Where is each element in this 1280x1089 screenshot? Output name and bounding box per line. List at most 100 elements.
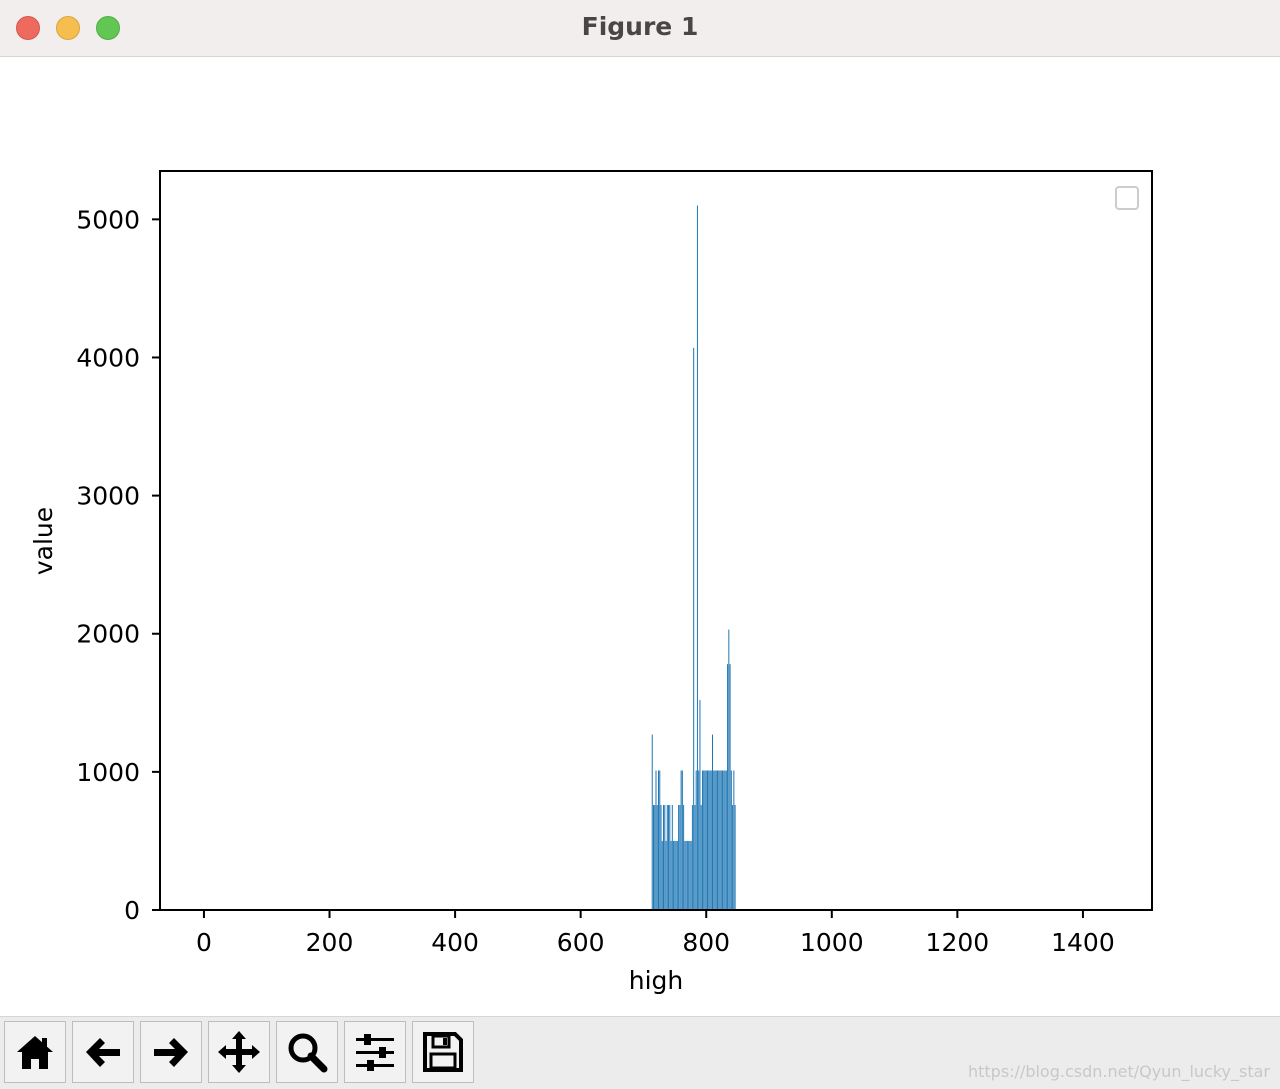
bar [665,840,667,910]
x-tick-label: 1400 [1051,928,1115,957]
bar [686,840,688,910]
bar [664,805,666,910]
bar [693,347,695,910]
bar [666,805,668,910]
forward-icon [154,1038,188,1067]
save-button[interactable] [412,1021,474,1083]
bar [703,770,705,910]
x-axis-label: high [629,966,684,995]
y-tick-label: 0 [124,896,140,925]
y-tick-label: 5000 [76,205,140,234]
bar [718,770,720,910]
navigation-toolbar: https://blog.csdn.net/Qyun_lucky_star [0,1016,1280,1089]
bar [722,770,724,910]
bar [680,770,682,910]
bar [689,840,691,910]
bar [681,770,683,910]
y-tick-label: 2000 [76,620,140,649]
bar [655,770,657,910]
x-tick-label: 0 [196,928,212,957]
bar [674,840,676,910]
bar [683,805,685,910]
legend-box [1115,186,1139,210]
bar [678,805,680,910]
bar [675,840,677,910]
bar [696,205,698,910]
bar [730,770,732,910]
bar [728,629,730,910]
x-tick-label: 1000 [800,928,864,957]
bar [670,840,672,910]
y-axis-ticks: 0 1000 2000 3000 4000 5000 [76,205,160,925]
zoom-button[interactable] [276,1021,338,1083]
x-axis-ticks: 0 200 400 600 800 1000 1200 1400 [196,910,1115,957]
bar-series [651,205,736,910]
home-button[interactable] [4,1021,66,1083]
bar [701,770,703,910]
bar [708,770,710,910]
configure-subplots-button[interactable] [344,1021,406,1083]
bar [671,805,673,910]
x-tick-label: 800 [682,928,730,957]
bar [663,805,665,910]
bar [656,805,658,910]
pan-button[interactable] [208,1021,270,1083]
x-tick-label: 1200 [926,928,990,957]
pan-icon [218,1031,260,1073]
bar [661,840,663,910]
bar [658,770,660,910]
bar [714,770,716,910]
x-tick-label: 200 [306,928,354,957]
bar [688,840,690,910]
bar [717,770,719,910]
bar [659,770,661,910]
window-title: Figure 1 [581,12,699,41]
title-bar: Figure 1 [0,0,1280,57]
bar [695,770,697,910]
bar [723,770,725,910]
bar [705,770,707,910]
bar [684,840,686,910]
y-tick-label: 1000 [76,758,140,787]
zoom-icon [288,1033,328,1073]
bar [652,805,654,910]
bar [654,805,656,910]
save-icon [423,1032,463,1072]
bar [676,840,678,910]
bar [732,805,734,910]
x-tick-label: 600 [557,928,605,957]
x-tick-label: 400 [431,928,479,957]
home-icon [17,1036,53,1069]
bar [699,700,701,910]
watermark: https://blog.csdn.net/Qyun_lucky_star [967,1062,1270,1081]
bar [727,664,729,910]
bar [651,734,653,910]
y-axis-label: value [29,507,58,575]
bar [729,664,731,910]
bar [709,770,711,910]
forward-button[interactable] [140,1021,202,1083]
bar [712,734,713,910]
bar [720,770,722,910]
bar [668,805,670,910]
bar [719,770,721,910]
bar [660,805,662,910]
bar [700,805,702,910]
back-icon [86,1038,120,1067]
bar [724,770,726,910]
bar [685,840,687,910]
bar [715,770,717,910]
bar [725,770,727,910]
y-tick-label: 4000 [76,343,140,372]
y-tick-label: 3000 [76,482,140,511]
bar-chart: 0 200 400 600 800 1000 1200 1400 0 1000 2000 3000 4… [29,170,1153,995]
bar [734,805,736,910]
bar [694,805,696,910]
bar [733,770,735,910]
bar [698,770,700,910]
subplots-config-icon [356,1034,394,1071]
back-button[interactable] [72,1021,134,1083]
bar [713,770,715,910]
bar [704,770,706,910]
bar [679,805,681,910]
